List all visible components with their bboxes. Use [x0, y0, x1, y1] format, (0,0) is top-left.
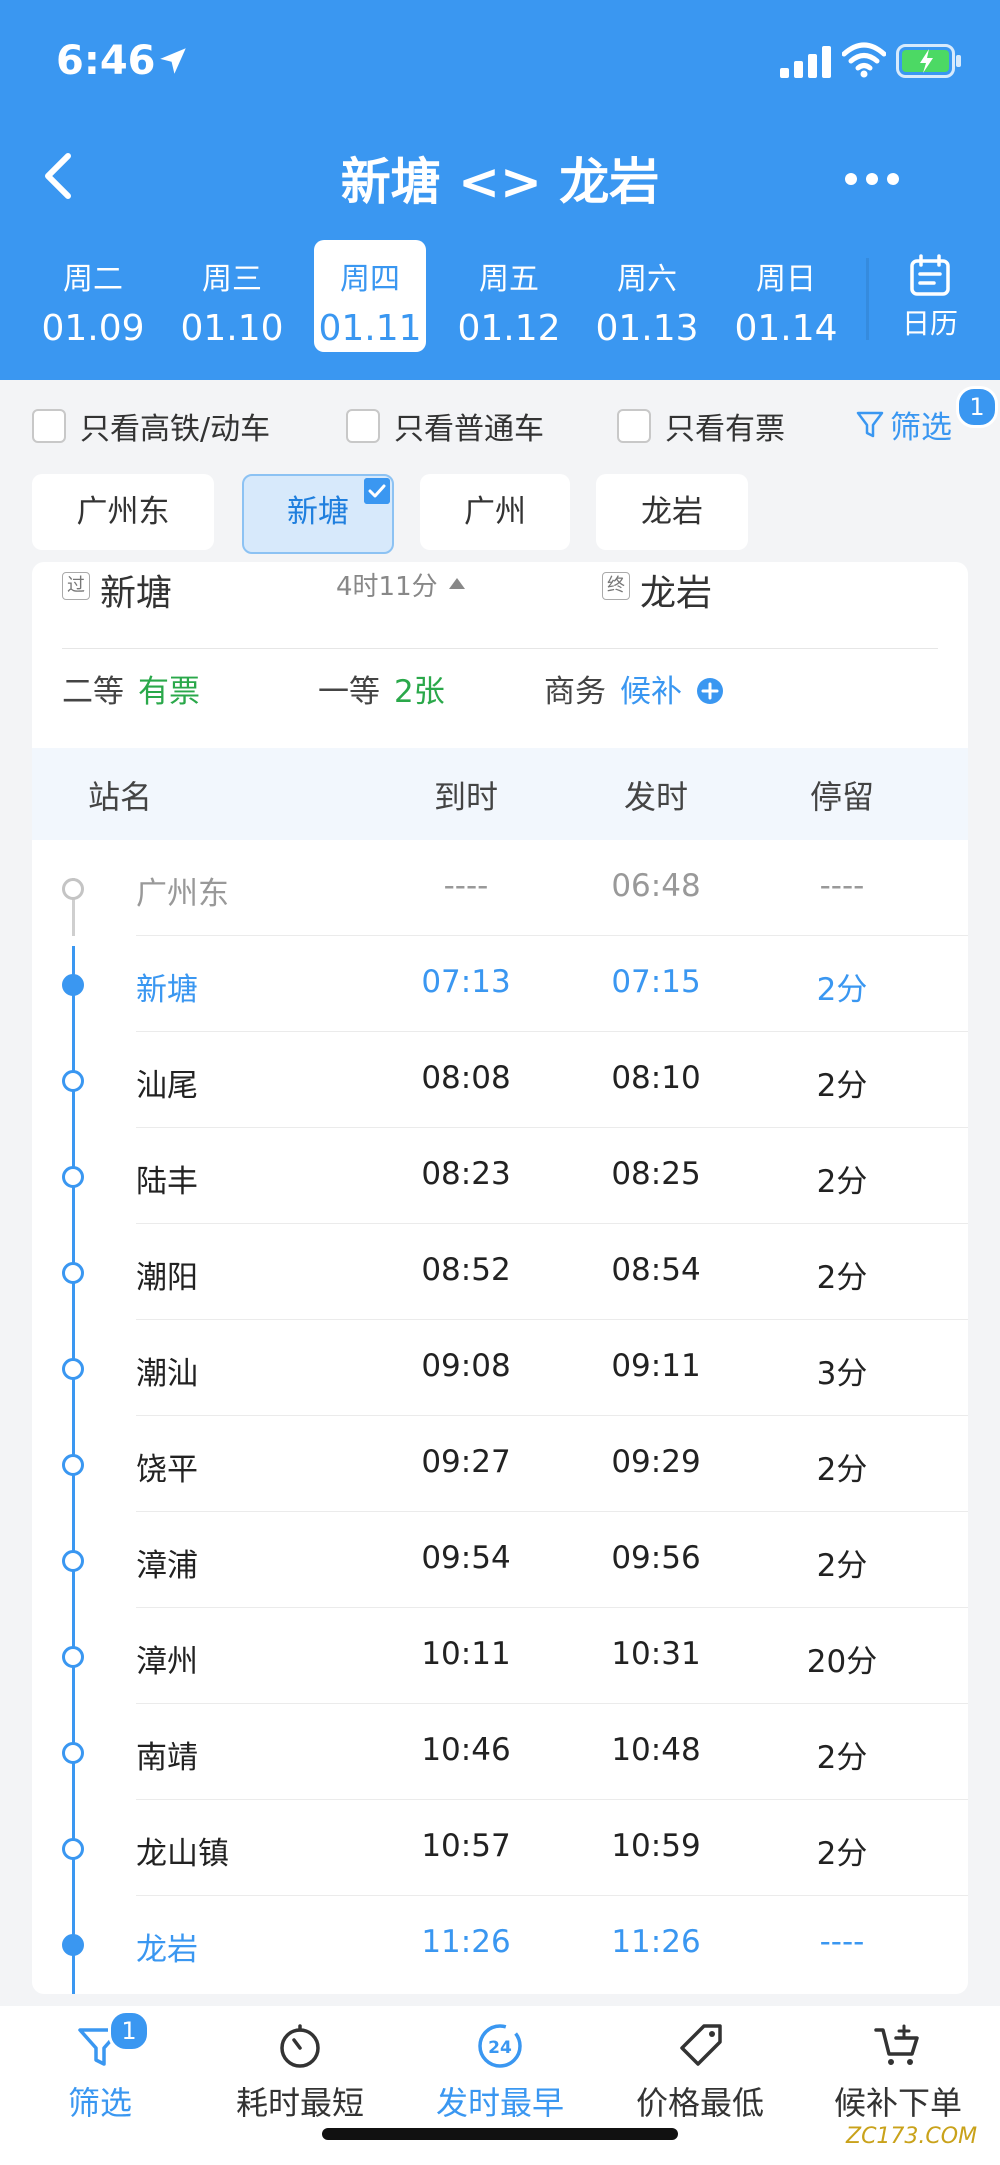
terminal-tag: 终: [602, 572, 630, 600]
wifi-icon: [842, 42, 886, 78]
header-station: 站名: [88, 778, 153, 816]
tab-lowest-price[interactable]: 价格最低: [610, 2020, 790, 2124]
filter-tab-badge: 1: [108, 2010, 150, 2052]
cart-plus-icon: [874, 2024, 919, 2065]
table-row: 广州东 ---- 06:48 ----: [32, 840, 968, 936]
station-dot: [62, 1838, 84, 1860]
date-tab-0112[interactable]: 周五 01.12: [453, 240, 565, 352]
table-row: 汕尾 08:08 08:10 2分: [32, 1032, 968, 1128]
table-row: 潮阳 08:52 08:54 2分: [32, 1224, 968, 1320]
train-detail-card: 过 新塘 4时11分 终 龙岩 二等 有票 一等 2张 商务 候补 站名 到时 发时 …: [32, 562, 968, 1994]
date-tab-0114[interactable]: 周日 01.14: [730, 240, 842, 352]
filter-count-badge: 1: [956, 386, 998, 428]
table-row: 龙山镇 10:57 10:59 2分: [32, 1800, 968, 1896]
header-depart: 发时: [623, 778, 688, 816]
seat-business-class[interactable]: 商务 候补: [544, 666, 724, 711]
watermark: ZC173.COM: [846, 2124, 978, 2149]
filter-button[interactable]: 筛选: [856, 402, 952, 447]
pass-tag: 过: [62, 572, 90, 600]
checkbox-box[interactable]: [617, 409, 651, 443]
cellular-signal-icon: [780, 46, 831, 78]
checkbox-box[interactable]: [32, 409, 66, 443]
tab-label: 候补下单: [833, 2084, 962, 2122]
calendar-label: 日历: [901, 307, 958, 340]
station-dot: [62, 974, 84, 996]
station-dot: [62, 1070, 84, 1092]
station-dot: [62, 1550, 84, 1572]
station-chip-longyan[interactable]: 龙岩: [596, 474, 748, 550]
header: 6:46 新塘 <> 龙岩 周二 01.09 周三 01.10 周四 01.11 周五…: [0, 0, 1000, 380]
status-time: 6:46: [56, 38, 156, 84]
date-tab-0111-selected[interactable]: 周四 01.11: [314, 240, 426, 352]
station-dot: [62, 1358, 84, 1380]
add-waitlist-icon[interactable]: [696, 677, 724, 705]
filter-label: 筛选: [890, 410, 952, 446]
tab-label: 价格最低: [635, 2084, 764, 2122]
collapse-triangle-icon[interactable]: [448, 576, 466, 590]
home-indicator[interactable]: [322, 2128, 678, 2140]
station-chip-guangzhou[interactable]: 广州: [420, 474, 570, 550]
header-arrive: 到时: [433, 778, 498, 816]
station-dot: [62, 1262, 84, 1284]
has-ticket-only-checkbox[interactable]: 只看有票: [617, 404, 785, 448]
tab-label: 耗时最短: [235, 2084, 364, 2122]
price-tag-icon: [680, 2024, 722, 2066]
route-to-station: 龙岩: [640, 573, 713, 614]
table-row: 新塘 07:13 07:15 2分: [32, 936, 968, 1032]
checkbox-box[interactable]: [346, 409, 380, 443]
calendar-divider: [866, 258, 869, 340]
table-row: 南靖 10:46 10:48 2分: [32, 1704, 968, 1800]
filter-row: 只看高铁/动车 只看普通车 只看有票 筛选 1: [0, 380, 1000, 470]
seat-availability: 二等 有票 一等 2张 商务 候补: [62, 666, 938, 726]
checkbox-label: 只看高铁/动车: [80, 412, 271, 447]
stopwatch-icon: [280, 2024, 320, 2068]
date-selector: 周二 01.09 周三 01.10 周四 01.11 周五 01.12 周六 01.13 …: [0, 240, 870, 360]
route-summary: 过 新塘 4时11分 终 龙岩: [62, 562, 938, 649]
station-chip-xintang-selected[interactable]: 新塘: [242, 474, 394, 554]
high-speed-only-checkbox[interactable]: 只看高铁/动车: [32, 404, 270, 448]
date-tab-0109[interactable]: 周二 01.09: [37, 240, 149, 352]
table-row: 漳浦 09:54 09:56 2分: [32, 1512, 968, 1608]
tab-waitlist-order[interactable]: 候补下单: [808, 2020, 988, 2124]
station-chip-guangzhoudong[interactable]: 广州东: [32, 474, 214, 550]
station-dot: [62, 1454, 84, 1476]
clock-24-icon: 24: [478, 2024, 522, 2068]
table-row: 漳州 10:11 10:31 20分: [32, 1608, 968, 1704]
tab-earliest-departure[interactable]: 24 发时最早: [410, 2020, 590, 2124]
checkbox-label: 只看普通车: [394, 412, 544, 447]
table-row: 陆丰 08:23 08:25 2分: [32, 1128, 968, 1224]
tab-label: 筛选: [67, 2084, 132, 2122]
station-dot: [62, 1166, 84, 1188]
checkbox-label: 只看有票: [665, 412, 785, 447]
timetable-rows: 广州东 ---- 06:48 ---- 新塘 07:13 07:15 2分 汕尾 08:08 0…: [32, 840, 968, 1994]
chip-label: 新塘: [287, 494, 349, 530]
battery-charging-icon: [896, 44, 961, 78]
station-dot: [62, 878, 84, 900]
location-arrow-icon: [160, 48, 186, 74]
table-row: 龙岩 11:26 11:26 ----: [32, 1896, 968, 1992]
calendar-icon: [910, 254, 950, 296]
station-dot: [62, 1742, 84, 1764]
seat-first-class[interactable]: 一等 2张: [318, 666, 445, 711]
funnel-icon: [856, 411, 884, 437]
timetable-header: 站名 到时 发时 停留: [32, 748, 968, 840]
svg-text:24: 24: [488, 2038, 512, 2058]
date-tab-0113[interactable]: 周六 01.13: [591, 240, 703, 352]
route-duration[interactable]: 4时11分: [336, 566, 438, 603]
tab-filter[interactable]: 筛选: [10, 2020, 190, 2124]
checkmark-icon: [364, 478, 390, 504]
route-from-station: 新塘: [100, 573, 173, 614]
station-dot: [62, 1934, 84, 1956]
normal-train-only-checkbox[interactable]: 只看普通车: [346, 404, 544, 448]
seat-second-class[interactable]: 二等 有票: [62, 666, 200, 711]
table-row: 潮汕 09:08 09:11 3分: [32, 1320, 968, 1416]
tab-label: 发时最早: [435, 2084, 564, 2122]
table-row: 饶平 09:27 09:29 2分: [32, 1416, 968, 1512]
date-tab-0110[interactable]: 周三 01.10: [176, 240, 288, 352]
tab-shortest-duration[interactable]: 耗时最短: [210, 2020, 390, 2124]
header-stay: 停留: [809, 778, 874, 816]
station-dot: [62, 1646, 84, 1668]
more-options-icon[interactable]: [844, 172, 900, 186]
calendar-button[interactable]: 日历: [880, 252, 980, 352]
